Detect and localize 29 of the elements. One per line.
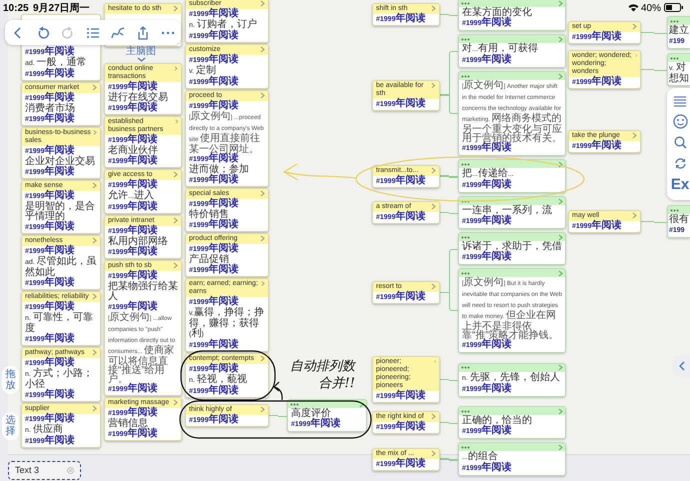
meaning-text: 想知: [669, 74, 689, 84]
meaning-text: 老商业伙伴: [108, 146, 159, 156]
text-box-label: Text 3: [15, 464, 40, 477]
battery-text: 40%: [641, 2, 662, 16]
meaning-text: 高度评价: [291, 409, 331, 419]
meaning-text: 一连串，一系列，流: [462, 206, 553, 216]
text-box[interactable]: Text 3: [8, 461, 81, 480]
map-title[interactable]: 主脑图: [126, 46, 156, 57]
meaning-text: 私用内部网络: [108, 237, 169, 247]
meaning-text: 诉诸于，求助于，凭借: [462, 242, 562, 252]
meaning-text: 进而做；参加: [189, 165, 250, 175]
meaning-text: 产品促销: [189, 255, 229, 265]
mode-button[interactable]: 选择: [2, 412, 19, 440]
meaning-text: 很有: [669, 215, 689, 225]
dictionary-button[interactable]: Ex: [670, 177, 690, 194]
meaning-text: 进行在线交易: [108, 93, 169, 103]
meaning-text: 特价销售: [189, 210, 229, 220]
status-date: 9月27日周一: [33, 2, 90, 16]
meaning-text: 在某方面的变化: [462, 8, 533, 18]
handwritten-note: 自动排列数 合并!!: [290, 358, 355, 392]
meaning-text: 是明智的，是合乎情理的: [25, 202, 96, 222]
meaning-text: 消费者市场: [25, 104, 76, 114]
meaning-text: 把某物强行给某人: [108, 282, 178, 302]
status-time: 10:25: [3, 2, 29, 16]
meaning-text: 企业对企业交易: [25, 157, 96, 167]
mode-button[interactable]: 拖放: [2, 366, 19, 394]
meaning-text: 营销信息: [108, 419, 148, 429]
meaning-text: 正确的，恰当的: [462, 416, 533, 426]
meaning-text: 建立: [669, 26, 689, 36]
